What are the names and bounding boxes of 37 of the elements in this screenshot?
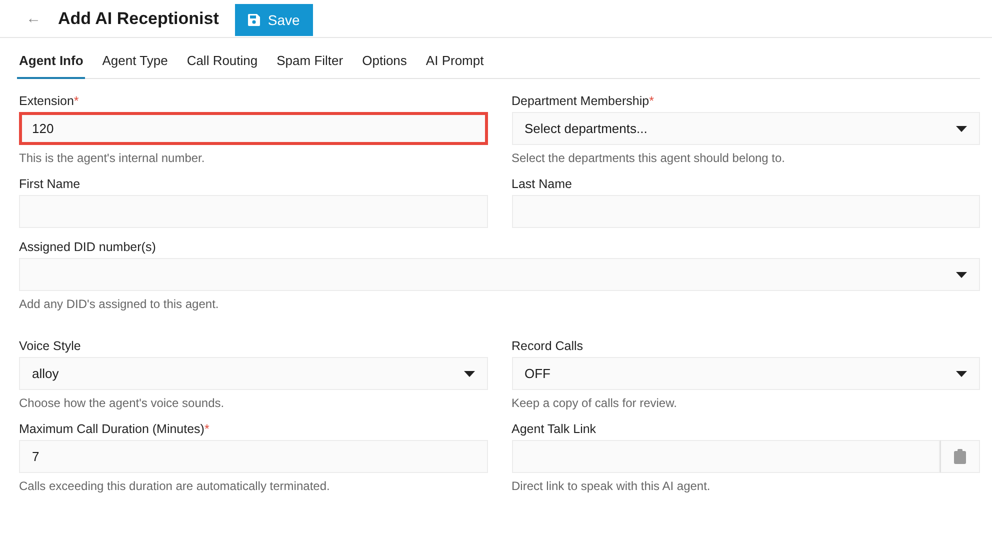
field-label: Record Calls	[512, 339, 584, 353]
page-title: Add AI Receptionist	[58, 8, 219, 28]
field-label: Extension*	[19, 94, 80, 108]
field-label: Department Membership*	[512, 94, 655, 108]
help-text: Calls exceeding this duration are automatically terminated.	[19, 479, 331, 493]
caret-icon	[956, 272, 967, 278]
input-field[interactable]: 7	[19, 440, 488, 473]
clipboard-icon	[954, 449, 966, 464]
select-field[interactable]	[19, 258, 980, 291]
tab[interactable]: Call Routing	[184, 44, 260, 79]
tab[interactable]: AI Prompt	[424, 44, 486, 79]
field-label: Agent Talk Link	[512, 422, 598, 436]
select-field[interactable]: OFF	[512, 357, 980, 390]
tab[interactable]: Agent Type	[100, 44, 170, 79]
back-arrow[interactable]: ←	[26, 10, 41, 27]
field-label: First Name	[19, 177, 82, 191]
select-field[interactable]: Select departments...	[512, 112, 980, 145]
field-label: Last Name	[512, 177, 573, 191]
help-text: Select the departments this agent should belong to.	[512, 151, 786, 165]
tab[interactable]: Agent Info	[17, 44, 86, 79]
help-text: Choose how the agent's voice sounds.	[19, 396, 226, 410]
tab[interactable]: Spam Filter	[274, 44, 346, 79]
input-field[interactable]	[512, 440, 940, 473]
caret-icon	[956, 126, 967, 132]
help-text: This is the agent's internal number.	[19, 151, 206, 165]
input-field[interactable]: 120	[19, 112, 488, 145]
caret-icon	[464, 370, 474, 376]
copy-button[interactable]	[940, 440, 980, 473]
tab[interactable]: Options	[360, 44, 409, 79]
help-text: Keep a copy of calls for review.	[512, 396, 678, 410]
field-label: Maximum Call Duration (Minutes)*	[19, 422, 210, 436]
field-label: Voice Style	[19, 339, 82, 353]
field-label: Assigned DID number(s)	[19, 240, 157, 254]
help-text: Add any DID's assigned to this agent.	[19, 297, 220, 311]
caret-icon	[956, 370, 967, 376]
select-field[interactable]: alloy	[19, 357, 488, 390]
help-text: Direct link to speak with this AI agent.	[512, 479, 712, 493]
